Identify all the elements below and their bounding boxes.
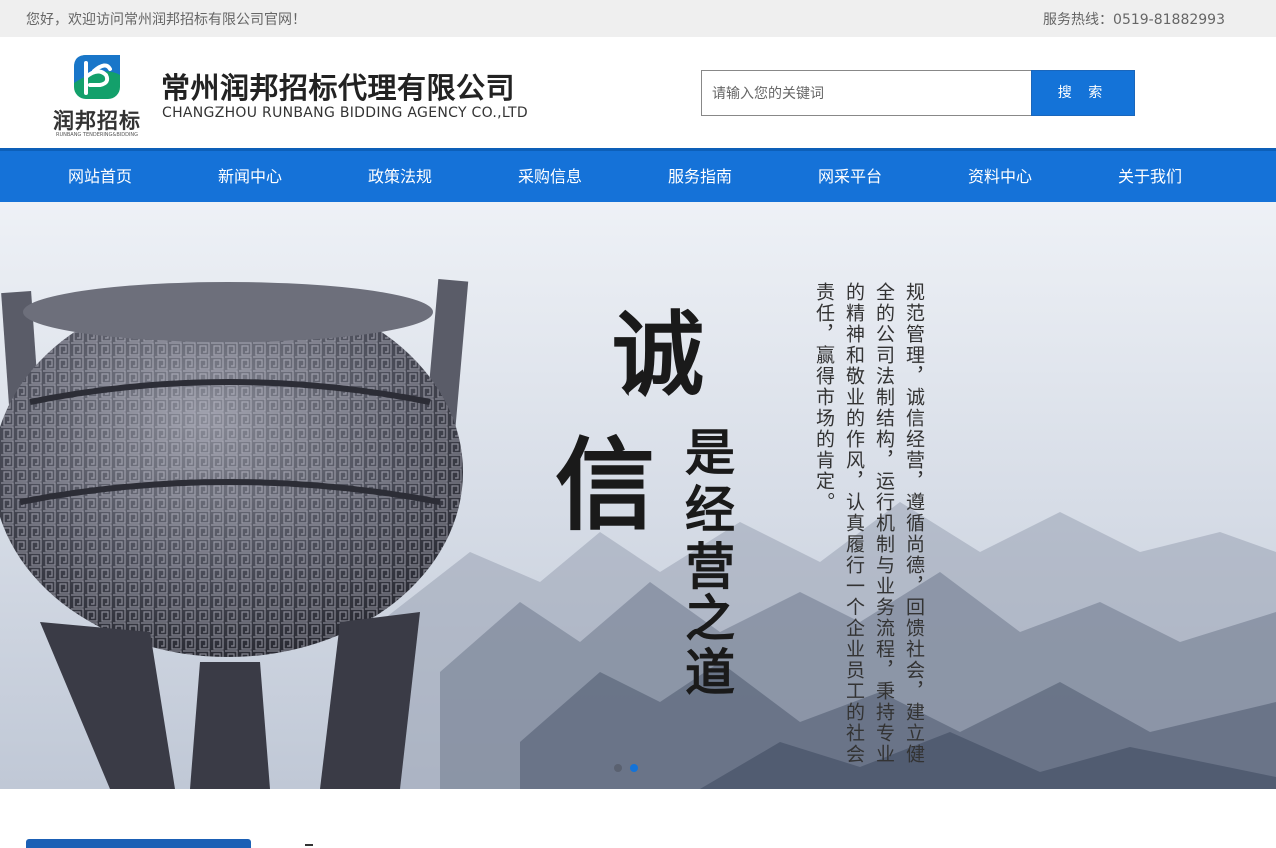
- nav-item-procurement[interactable]: 采购信息: [475, 151, 625, 202]
- company-name-english: CHANGZHOU RUNBANG BIDDING AGENCY CO.,LTD: [162, 105, 528, 121]
- banner-text-column-3: 的精神和敬业的作风，认真履行一个企业员工的社会: [843, 282, 865, 765]
- site-header: 润邦招标 RUNBANG TENDERING&BIDDING 常州润邦招标代理有…: [0, 37, 1276, 148]
- company-name-chinese: 常州润邦招标代理有限公司: [161, 71, 516, 105]
- nav-item-e-procurement[interactable]: 网采平台: [775, 151, 925, 202]
- banner-text-column-1: 规范管理，诚信经营，遵循尚德，回馈社会，建立健: [903, 282, 925, 765]
- calligraphy-xin: 信: [555, 426, 655, 544]
- nav-item-downloads[interactable]: 资料中心: [925, 151, 1075, 202]
- svg-text:经: 经: [685, 480, 735, 539]
- slider-dot-1[interactable]: [614, 764, 622, 772]
- hero-banner[interactable]: 诚 信 是 经 营 之 道: [0, 202, 1276, 789]
- logo-english-name: RUNBANG TENDERING&BIDDING: [55, 132, 139, 138]
- svg-text:之: 之: [685, 589, 735, 648]
- nav-item-policies[interactable]: 政策法规: [325, 151, 475, 202]
- section-heading-fragment: [305, 844, 313, 848]
- calligraphy-motto: 是 经 营 之 道: [685, 423, 735, 702]
- company-logo[interactable]: 润邦招标 RUNBANG TENDERING&BIDDING: [48, 51, 146, 141]
- nav-item-home[interactable]: 网站首页: [25, 151, 175, 202]
- svg-text:道: 道: [685, 643, 735, 702]
- calligraphy-cheng: 诚: [612, 301, 704, 409]
- top-bar: 您好，欢迎访问常州润邦招标有限公司官网！ 服务热线：0519-81882993: [0, 0, 1276, 37]
- welcome-text: 您好，欢迎访问常州润邦招标有限公司官网！: [26, 12, 306, 28]
- search-button[interactable]: 搜 索: [1031, 70, 1135, 116]
- logo-mark-icon: [74, 55, 120, 99]
- section-tab[interactable]: [26, 839, 251, 848]
- content-section-top: [0, 789, 1276, 848]
- svg-text:是: 是: [685, 423, 735, 482]
- service-hotline: 服务热线：0519-81882993: [1043, 12, 1225, 28]
- slider-dot-2-active[interactable]: [630, 764, 638, 772]
- banner-text-column-2: 全的公司法制结构，运行机制与业务流程，秉持专业: [873, 282, 895, 765]
- nav-item-about-us[interactable]: 关于我们: [1075, 151, 1225, 202]
- svg-text:营: 营: [685, 537, 735, 596]
- banner-text-column-4: 责任，赢得市场的肯定。: [813, 282, 835, 513]
- nav-item-service-guide[interactable]: 服务指南: [625, 151, 775, 202]
- main-nav: 网站首页 新闻中心 政策法规 采购信息 服务指南 网采平台 资料中心 关于我们: [0, 148, 1276, 202]
- logo-chinese-name: 润邦招标: [53, 109, 141, 133]
- banner-artwork: 诚 信 是 经 营 之 道: [0, 202, 1276, 789]
- search-input[interactable]: [701, 70, 1032, 116]
- nav-item-news[interactable]: 新闻中心: [175, 151, 325, 202]
